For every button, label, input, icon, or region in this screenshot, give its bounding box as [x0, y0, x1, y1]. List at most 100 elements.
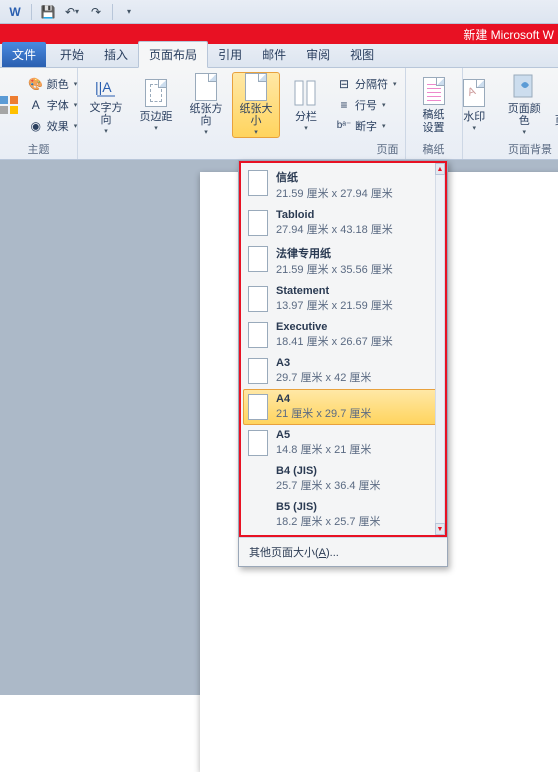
paper-size-icon	[240, 73, 272, 101]
watermark-button[interactable]: A 水印▾	[463, 72, 499, 138]
paper-size-menu: 信纸21.59 厘米 x 27.94 厘米Tabloid27.94 厘米 x 4…	[238, 160, 448, 567]
tab-references[interactable]: 引用	[208, 42, 252, 67]
ribbon-tabstrip: 文件 开始 插入 页面布局 引用 邮件 审阅 视图	[0, 44, 558, 68]
paper-size-dimensions: 21 厘米 x 29.7 厘米	[276, 405, 371, 421]
paper-size-item[interactable]: A514.8 厘米 x 21 厘米	[243, 425, 443, 461]
paper-size-item[interactable]: Executive18.41 厘米 x 26.67 厘米	[243, 317, 443, 353]
paper-size-item[interactable]: 法律专用纸21.59 厘米 x 35.56 厘米	[243, 241, 443, 281]
group-themes: 🎨 颜色▾ A 字体▾ ◉ 效果▾ 主题	[0, 68, 78, 159]
page-icon	[248, 358, 268, 384]
paper-size-dimensions: 18.2 厘米 x 25.7 厘米	[276, 513, 381, 529]
page-icon	[248, 210, 268, 236]
paper-size-name: Tabloid	[276, 209, 393, 221]
group-page-setup: ||A 文字方向▾ 页边距▾ 纸张方向▾ 纸张大小▾ 分栏▾ ⊟	[78, 68, 406, 159]
paper-size-dimensions: 13.97 厘米 x 21.59 厘米	[276, 297, 393, 313]
fonts-icon: A	[28, 97, 44, 113]
group-label-page-setup: 页面	[82, 139, 401, 159]
page-borders-icon	[544, 81, 558, 113]
writing-paper-icon	[418, 75, 450, 107]
line-numbers-icon: ≡	[336, 97, 352, 113]
paper-size-name: B5 (JIS)	[276, 501, 381, 513]
page-icon	[248, 322, 268, 348]
breaks-icon: ⊟	[336, 76, 352, 92]
tab-review[interactable]: 审阅	[296, 42, 340, 67]
tab-file[interactable]: 文件	[2, 42, 46, 67]
page-icon	[248, 286, 268, 312]
columns-button[interactable]: 分栏▾	[282, 72, 330, 138]
save-icon[interactable]: 💾	[37, 2, 59, 22]
paper-size-dimensions: 21.59 厘米 x 27.94 厘米	[276, 185, 393, 201]
quick-access-toolbar: W 💾 ↶▾ ↷ ▾	[0, 0, 558, 24]
tab-home[interactable]: 开始	[50, 42, 94, 67]
hyphenation-icon: bᵃ⁻	[336, 118, 352, 134]
paper-size-name: A4	[276, 393, 371, 405]
paper-size-dimensions: 21.59 厘米 x 35.56 厘米	[276, 261, 393, 277]
margins-icon	[140, 77, 172, 109]
page-icon	[248, 430, 268, 456]
themes-icon	[0, 95, 19, 115]
theme-effects-button[interactable]: ◉ 效果▾	[24, 116, 82, 136]
more-paper-sizes-item[interactable]: 其他页面大小(A)...	[239, 537, 447, 566]
group-page-background: A 水印▾ 页面颜色▾ 页 页面背景	[463, 68, 558, 159]
qat-separator	[31, 4, 32, 20]
paper-size-name: Executive	[276, 321, 393, 333]
writing-paper-settings-button[interactable]: 稿纸 设置	[410, 72, 458, 138]
margins-button[interactable]: 页边距▾	[132, 72, 180, 138]
paper-size-dimensions: 18.41 厘米 x 26.67 厘米	[276, 333, 393, 349]
paper-size-item[interactable]: B4 (JIS)25.7 厘米 x 36.4 厘米	[243, 461, 443, 497]
page-icon	[248, 170, 268, 196]
window-title-bar: 新建 Microsoft W	[0, 24, 558, 44]
paper-size-name: B4 (JIS)	[276, 465, 381, 477]
paper-size-item[interactable]: A329.7 厘米 x 42 厘米	[243, 353, 443, 389]
tab-page-layout[interactable]: 页面布局	[138, 41, 208, 68]
scroll-down-icon[interactable]: ▼	[435, 523, 445, 535]
group-writing-paper: 稿纸 设置 稿纸	[406, 68, 463, 159]
page-icon	[248, 394, 268, 420]
page-color-icon	[508, 73, 540, 101]
ribbon: 🎨 颜色▾ A 字体▾ ◉ 效果▾ 主题 ||A 文字方向▾	[0, 68, 558, 160]
theme-fonts-button[interactable]: A 字体▾	[24, 95, 82, 115]
paper-size-button[interactable]: 纸张大小▾	[232, 72, 280, 138]
paper-size-dimensions: 27.94 厘米 x 43.18 厘米	[276, 221, 393, 237]
group-label-themes: 主题	[4, 139, 73, 159]
menu-scrollbar[interactable]: ▲ ▼	[435, 163, 445, 535]
word-app-icon[interactable]: W	[4, 2, 26, 22]
themes-button[interactable]	[0, 72, 22, 138]
undo-icon[interactable]: ↶▾	[61, 2, 83, 22]
group-label-page-background: 页面背景	[467, 139, 554, 159]
tab-mailings[interactable]: 邮件	[252, 42, 296, 67]
paper-size-name: A5	[276, 429, 371, 441]
svg-text:||A: ||A	[95, 79, 112, 95]
paper-size-dimensions: 14.8 厘米 x 21 厘米	[276, 441, 371, 457]
redo-icon[interactable]: ↷	[85, 2, 107, 22]
paper-size-item[interactable]: 信纸21.59 厘米 x 27.94 厘米	[243, 165, 443, 205]
text-direction-icon: ||A	[90, 74, 122, 100]
group-label-writing-paper: 稿纸	[410, 139, 458, 159]
page-borders-button[interactable]: 页	[550, 72, 558, 138]
orientation-button[interactable]: 纸张方向▾	[182, 72, 230, 138]
tab-view[interactable]: 视图	[340, 42, 384, 67]
scroll-track[interactable]	[435, 175, 445, 523]
paper-size-item[interactable]: Statement13.97 厘米 x 21.59 厘米	[243, 281, 443, 317]
text-direction-button[interactable]: ||A 文字方向▾	[82, 72, 130, 138]
breaks-button[interactable]: ⊟ 分隔符▾	[332, 74, 401, 94]
paper-size-item[interactable]: B5 (JIS)18.2 厘米 x 25.7 厘米	[243, 497, 443, 533]
paper-size-dimensions: 25.7 厘米 x 36.4 厘米	[276, 477, 381, 493]
page-icon	[248, 246, 268, 272]
paper-size-name: A3	[276, 357, 371, 369]
qat-customize-icon[interactable]: ▾	[118, 2, 140, 22]
tab-insert[interactable]: 插入	[94, 42, 138, 67]
theme-colors-button[interactable]: 🎨 颜色▾	[24, 74, 82, 94]
hyphenation-button[interactable]: bᵃ⁻ 断字▾	[332, 116, 401, 136]
page-color-button[interactable]: 页面颜色▾	[500, 72, 548, 138]
effects-icon: ◉	[28, 118, 44, 134]
paper-size-name: 法律专用纸	[276, 245, 393, 261]
colors-icon: 🎨	[28, 76, 44, 92]
paper-size-item[interactable]: A421 厘米 x 29.7 厘米	[243, 389, 443, 425]
line-numbers-button[interactable]: ≡ 行号▾	[332, 95, 401, 115]
paper-size-item[interactable]: Tabloid27.94 厘米 x 43.18 厘米	[243, 205, 443, 241]
columns-icon	[290, 77, 322, 109]
paper-size-name: Statement	[276, 285, 393, 297]
scroll-up-icon[interactable]: ▲	[435, 163, 445, 175]
paper-size-name: 信纸	[276, 169, 393, 185]
